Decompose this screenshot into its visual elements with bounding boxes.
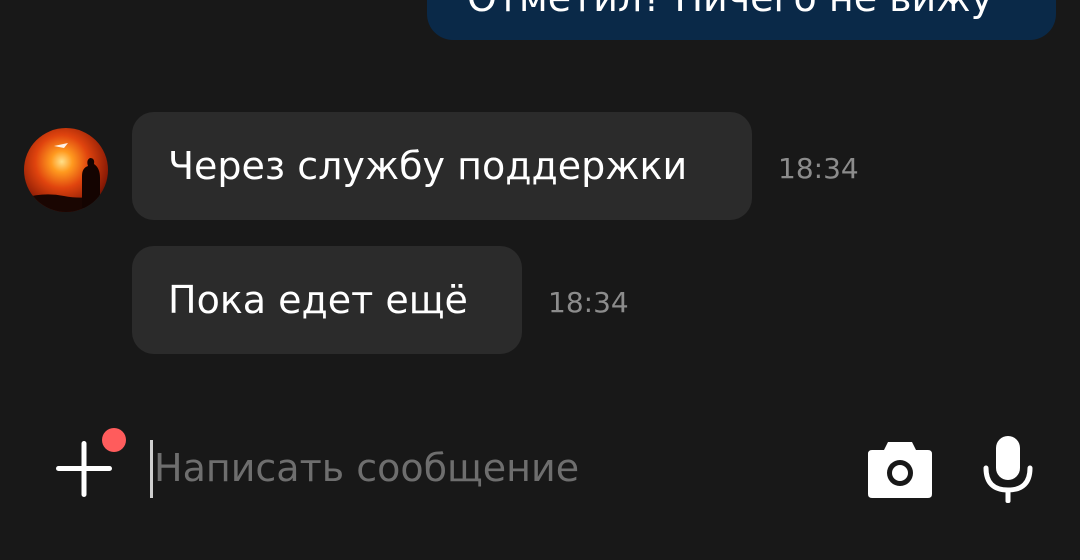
message-text: Через службу поддержки bbox=[168, 144, 688, 188]
message-input[interactable] bbox=[150, 438, 800, 498]
outgoing-message-bubble[interactable]: Отметил? Ничего не вижу bbox=[427, 0, 1056, 40]
microphone-button[interactable] bbox=[980, 434, 1036, 506]
message-time: 18:34 bbox=[548, 286, 629, 319]
message-time: 18:34 bbox=[778, 152, 859, 185]
avatar[interactable] bbox=[24, 128, 108, 212]
camera-icon bbox=[868, 442, 932, 498]
microphone-icon bbox=[983, 436, 1033, 503]
avatar-image bbox=[24, 128, 108, 212]
notification-dot bbox=[102, 428, 126, 452]
chat-area: ••• Отметил? Ничего не вижу Через службу… bbox=[0, 0, 1080, 400]
camera-button[interactable] bbox=[866, 436, 934, 500]
message-text: Пока едет ещё bbox=[168, 278, 468, 322]
text-cursor bbox=[150, 440, 153, 498]
incoming-message-bubble[interactable]: Пока едет ещё bbox=[132, 246, 522, 354]
outgoing-message-text: Отметил? Ничего не вижу bbox=[467, 0, 993, 20]
incoming-message-bubble[interactable]: Через службу поддержки bbox=[132, 112, 752, 220]
typing-dots: ••• bbox=[292, 0, 362, 9]
message-composer bbox=[0, 400, 1080, 560]
